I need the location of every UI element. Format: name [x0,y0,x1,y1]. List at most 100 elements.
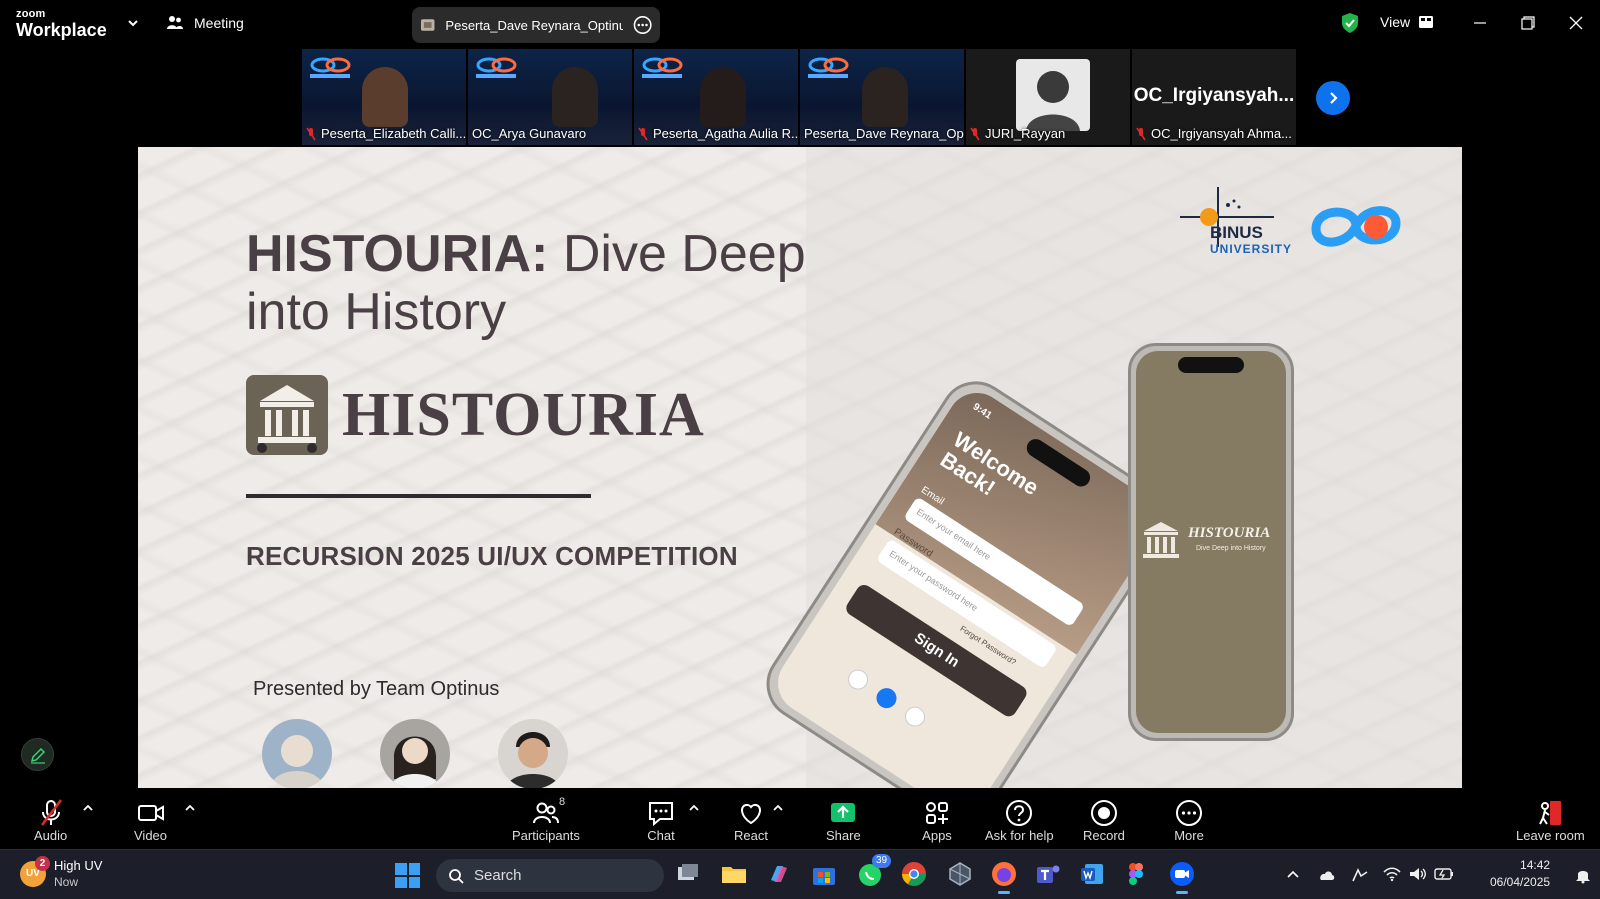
slides-icon [420,19,435,31]
zoom-app-icon[interactable] [1168,860,1196,894]
copilot-icon[interactable] [765,860,793,888]
record-button[interactable]: Record [1083,798,1125,843]
mic-muted-icon [970,127,980,140]
teams-icon[interactable] [1034,860,1062,888]
participant-name: Peserta_Agatha Aulia R... [653,126,798,141]
restore-icon [1521,16,1535,30]
phone-tagline-text: Dive Deep into History [1196,545,1266,552]
video-button[interactable]: Video [134,798,167,843]
participant-name-label: Peserta_Dave Reynara_Op... [804,126,964,141]
minimize-button[interactable] [1468,12,1492,34]
team-photos [262,719,568,788]
chrome-icon[interactable] [900,860,928,888]
notification-bell-icon[interactable] [1574,866,1592,884]
mic-muted-icon [638,127,648,140]
share-screen-button[interactable]: Share [826,798,861,843]
encryption-shield-icon[interactable] [1340,12,1360,34]
participant-tile[interactable]: OC_Arya Gunavaro [468,49,632,145]
participants-button[interactable]: 8 Participants [512,796,580,843]
participant-tile[interactable]: OC_Irgiyansyah... OC_Irgiyansyah Ahma... [1132,49,1296,145]
firefox-icon[interactable] [990,860,1018,894]
participant-tile[interactable]: Peserta_Dave Reynara_Op... [800,49,964,145]
participant-name-label: Peserta_Elizabeth Calli... [306,126,466,141]
more-button[interactable]: More [1174,798,1204,843]
museum-icon [1143,522,1179,558]
onedrive-cloud-icon[interactable] [1316,866,1336,882]
annotate-button[interactable] [21,738,54,771]
participants-icon [532,802,559,824]
chat-button[interactable]: Chat [646,798,676,843]
apps-label: Apps [922,828,952,843]
slide-divider [246,494,591,498]
mic-muted-icon [40,799,62,826]
phone-social-buttons [844,665,929,731]
weather-subtitle: Now [54,875,79,889]
figma-icon[interactable] [1122,860,1150,888]
video-label: Video [134,828,168,843]
screen-share-indicator[interactable]: Peserta_Dave Reynara_Optinus's s [412,7,660,43]
video-camera-icon [137,805,164,821]
close-button[interactable] [1564,12,1588,34]
apps-icon [926,802,948,824]
chevron-right-icon [1330,92,1338,104]
taskbar-search[interactable]: Search [436,859,664,892]
file-explorer-icon[interactable] [720,860,748,888]
taskbar-clock[interactable]: 14:42 06/04/2025 [1490,857,1550,891]
app-logo: zoom Workplace [16,8,107,40]
participant-name-label: OC_Arya Gunavaro [472,126,586,141]
word-icon[interactable] [1078,860,1106,888]
view-button[interactable]: View [1380,14,1434,30]
react-button[interactable]: React [734,798,768,843]
leave-room-button[interactable]: Leave room [1516,798,1585,843]
participant-display-name: OC_Irgiyansyah... [1133,85,1295,106]
participant-name: OC_Irgiyansyah Ahma... [1151,126,1292,141]
wifi-icon[interactable] [1382,866,1402,882]
restore-button[interactable] [1516,12,1540,34]
participant-tile[interactable]: Peserta_Elizabeth Calli... [302,49,466,145]
ask-for-help-button[interactable]: Ask for help [985,798,1054,843]
museum-icon [246,375,328,455]
meeting-label: Meeting [194,15,244,31]
team-member-photo [498,719,568,788]
phone-brand-text: HISTOURIA [1188,525,1271,541]
participants-label: Participants [512,828,580,843]
app-cube-icon[interactable] [946,860,974,888]
apps-button[interactable]: Apps [922,798,952,843]
audio-options-chevron-icon[interactable] [82,802,94,814]
whatsapp-icon[interactable]: 39 [856,854,892,888]
meeting-info-button[interactable]: Meeting [166,14,244,32]
chat-label: Chat [647,828,675,843]
start-button[interactable] [395,863,420,888]
participant-tile-active-speaker[interactable]: Peserta_Agatha Aulia R... [634,49,798,145]
weather-widget[interactable]: UV 2 High UV Now [20,856,102,890]
dynamic-island [1178,357,1244,373]
task-view-icon[interactable] [674,860,702,888]
react-options-chevron-icon[interactable] [772,802,784,814]
more-options-icon[interactable] [633,15,652,35]
recursion-logo-icon [476,57,517,78]
brand-small: zoom [16,8,46,20]
chevron-down-icon[interactable] [126,16,140,30]
profile-photo-icon [1026,71,1080,131]
share-title: Peserta_Dave Reynara_Optinus's s [445,17,623,33]
participant-tile[interactable]: JURI_Rayyan [966,49,1130,145]
participant-video [700,67,746,127]
slide-title-bold: HISTOURIA: [246,225,549,283]
next-page-button[interactable] [1316,81,1350,115]
pencil-icon [30,747,45,764]
chat-options-chevron-icon[interactable] [688,802,700,814]
microsoft-store-icon[interactable] [810,860,838,888]
react-heart-icon [741,803,761,825]
video-options-chevron-icon[interactable] [184,802,196,814]
shared-screen: HISTOURIA: Dive Deep into History HISTOU… [138,147,1462,788]
battery-charging-icon[interactable] [1434,866,1454,882]
share-label: Share [826,828,861,843]
volume-icon[interactable] [1408,866,1428,882]
show-hidden-icons-chevron-icon[interactable] [1286,868,1300,882]
participants-count: 8 [558,796,566,808]
participant-video [552,67,598,127]
react-label: React [734,828,768,843]
audio-button[interactable]: Audio [34,798,67,843]
pen-network-icon[interactable] [1350,866,1370,884]
recursion-logo-icon [642,57,683,78]
